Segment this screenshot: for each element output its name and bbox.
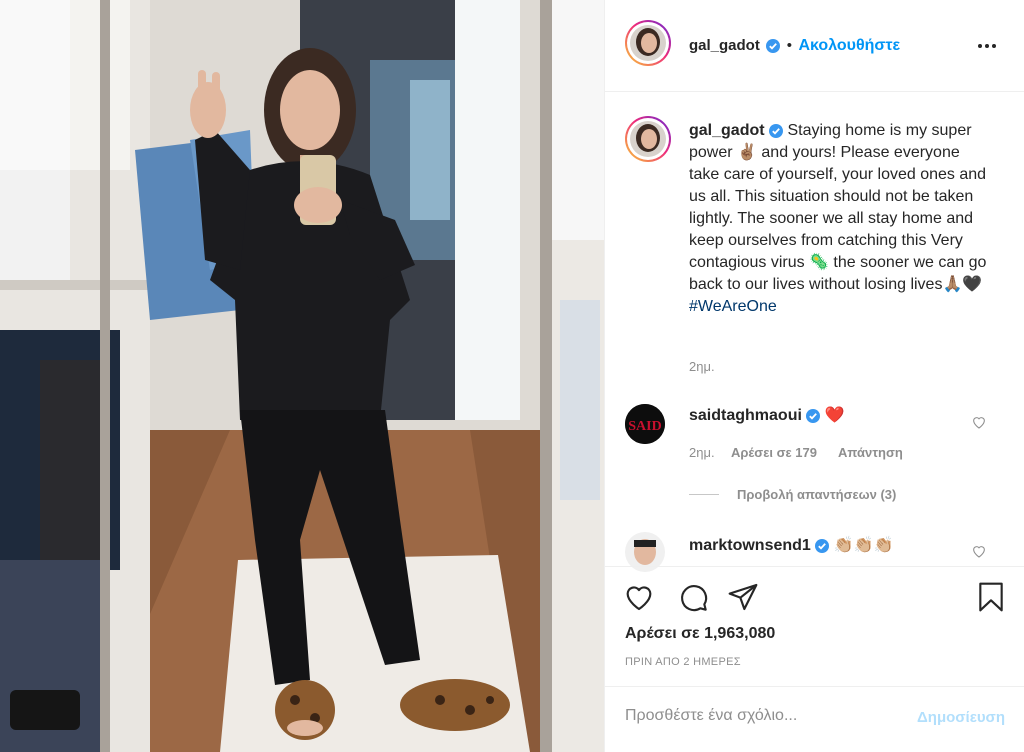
heart-icon[interactable] — [623, 581, 655, 613]
comment-username[interactable]: saidtaghmaoui — [689, 407, 802, 424]
post-sidebar: gal_gadot • Ακολουθήστε gal_gadot Stayin… — [604, 0, 1024, 752]
view-replies-button[interactable]: Προβολή απαντήσεων (3) — [737, 487, 896, 502]
likes-count[interactable]: Αρέσει σε 1,963,080 — [625, 625, 775, 643]
caption-time[interactable]: 2ημ. — [689, 359, 715, 374]
more-options-icon[interactable] — [975, 36, 999, 56]
comment-time[interactable]: 2ημ. — [689, 445, 715, 460]
post-photo[interactable] — [0, 0, 604, 752]
follow-button[interactable]: Ακολουθήστε — [798, 37, 900, 54]
comment-like-heart-icon[interactable] — [971, 414, 987, 430]
verified-badge-icon — [766, 38, 781, 53]
comment-text: ❤️ — [824, 407, 845, 424]
add-comment-input[interactable] — [625, 707, 885, 725]
verified-badge-icon — [806, 408, 821, 423]
caption-avatar[interactable] — [625, 116, 671, 162]
comment-like-heart-icon[interactable] — [971, 543, 987, 559]
instagram-post: gal_gadot • Ακολουθήστε gal_gadot Stayin… — [0, 0, 1024, 752]
author-avatar[interactable] — [625, 20, 671, 66]
replies-divider — [689, 494, 719, 495]
post-date[interactable]: ΠΡΙΝ ΑΠΟ 2 ΗΜΕΡΕΣ — [625, 656, 741, 668]
bookmark-icon[interactable] — [975, 581, 1007, 613]
commenter-avatar[interactable]: SAID — [625, 404, 665, 444]
svg-text:SAID: SAID — [628, 419, 661, 434]
post-actions: Αρέσει σε 1,963,080 ΠΡΙΝ ΑΠΟ 2 ΗΜΕΡΕΣ — [605, 566, 1024, 686]
comment-icon[interactable] — [677, 581, 709, 613]
comment-likes[interactable]: Αρέσει σε 179 — [731, 445, 817, 460]
publish-button[interactable]: Δημοσίευση — [917, 709, 1005, 726]
mirror-selfie-image — [0, 0, 604, 752]
hashtag-link[interactable]: #WeAreOne — [689, 298, 777, 315]
comment-username[interactable]: marktownsend1 — [689, 537, 811, 554]
post-header: gal_gadot • Ακολουθήστε — [605, 0, 1024, 92]
comment-text: 👏🏼👏🏼👏🏼 — [833, 537, 894, 554]
send-icon[interactable] — [727, 581, 759, 613]
verified-badge-icon — [815, 538, 830, 553]
author-username[interactable]: gal_gadot — [689, 37, 760, 54]
caption-username[interactable]: gal_gadot — [689, 122, 765, 139]
comment-item: saidtaghmaoui ❤️ — [689, 405, 845, 425]
caption-text: Staying home is my super power ✌🏽 and yo… — [689, 122, 987, 293]
post-caption: gal_gadot Staying home is my super power… — [689, 120, 989, 318]
comment-item: marktownsend1 👏🏼👏🏼👏🏼 — [689, 535, 893, 555]
add-comment-bar: Δημοσίευση — [605, 686, 1024, 752]
verified-badge-icon — [769, 123, 784, 138]
comment-reply-button[interactable]: Απάντηση — [838, 445, 903, 460]
